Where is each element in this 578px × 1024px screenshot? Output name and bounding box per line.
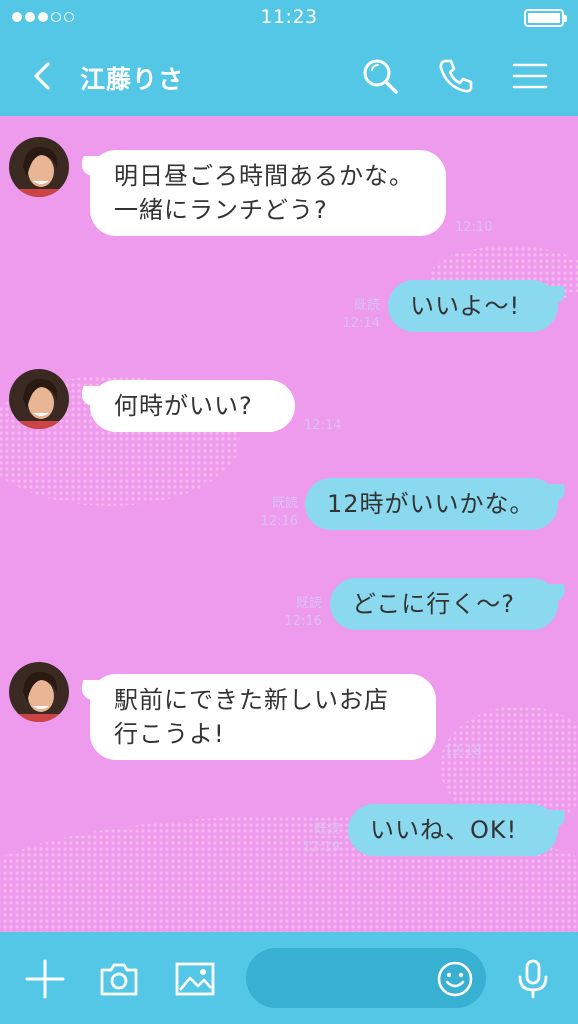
message-line: 明日昼ごろ時間あるかな。 bbox=[114, 162, 414, 190]
read-receipt: 既読 bbox=[271, 496, 298, 511]
outgoing-message[interactable]: いいね、OK! bbox=[348, 804, 558, 856]
chat-area[interactable]: 明日昼ごろ時間あるかな。 一緒にランチどう? 12:10 既読 12:14 いい… bbox=[0, 116, 578, 932]
chat-title[interactable]: 江藤りさ bbox=[80, 60, 184, 96]
chat-header: 江藤りさ bbox=[0, 40, 578, 114]
input-bar bbox=[0, 932, 578, 1024]
message-time: 12:16 bbox=[284, 614, 322, 629]
camera-icon[interactable] bbox=[98, 958, 140, 1000]
avatar[interactable] bbox=[9, 137, 69, 197]
top-bar: 11:23 江藤りさ bbox=[0, 0, 578, 116]
avatar[interactable] bbox=[9, 662, 69, 722]
message-time: 12:14 bbox=[304, 418, 342, 433]
message-time: 12:14 bbox=[342, 316, 380, 331]
message-time: 12:16 bbox=[260, 514, 298, 529]
status-time: 11:23 bbox=[260, 6, 318, 28]
avatar-photo-icon bbox=[9, 137, 69, 197]
avatar-photo-icon bbox=[9, 662, 69, 722]
plus-icon[interactable] bbox=[24, 958, 66, 1000]
message-line: 一緒にランチどう? bbox=[114, 196, 328, 224]
battery-icon bbox=[524, 9, 567, 27]
message-line: 行こうよ! bbox=[114, 720, 225, 748]
image-icon[interactable] bbox=[174, 958, 216, 1000]
status-bar: 11:23 bbox=[0, 0, 578, 36]
phone-icon[interactable] bbox=[436, 56, 476, 96]
chevron-left-icon[interactable] bbox=[26, 58, 62, 94]
incoming-message[interactable]: 明日昼ごろ時間あるかな。 一緒にランチどう? bbox=[90, 150, 446, 236]
read-receipt: 既読 bbox=[295, 596, 322, 611]
message-time: 12:10 bbox=[455, 220, 493, 235]
message-time: 12:18 bbox=[444, 744, 482, 759]
incoming-message[interactable]: 何時がいい? bbox=[90, 380, 295, 432]
read-receipt: 既読 bbox=[353, 298, 380, 313]
smiley-icon[interactable] bbox=[436, 960, 474, 998]
outgoing-message[interactable]: 12時がいいかな。 bbox=[305, 478, 558, 530]
avatar[interactable] bbox=[9, 369, 69, 429]
microphone-icon[interactable] bbox=[512, 958, 554, 1000]
avatar-photo-icon bbox=[9, 369, 69, 429]
search-icon[interactable] bbox=[360, 56, 400, 96]
read-receipt: 既読 bbox=[313, 822, 340, 837]
incoming-message[interactable]: 駅前にできた新しいお店 行こうよ! bbox=[90, 674, 436, 760]
outgoing-message[interactable]: いいよ〜! bbox=[388, 280, 558, 332]
outgoing-message[interactable]: どこに行く〜? bbox=[330, 578, 558, 630]
hamburger-menu-icon[interactable] bbox=[510, 56, 550, 96]
message-line: 駅前にできた新しいお店 bbox=[114, 686, 389, 714]
message-time: 12:19 bbox=[302, 840, 340, 855]
